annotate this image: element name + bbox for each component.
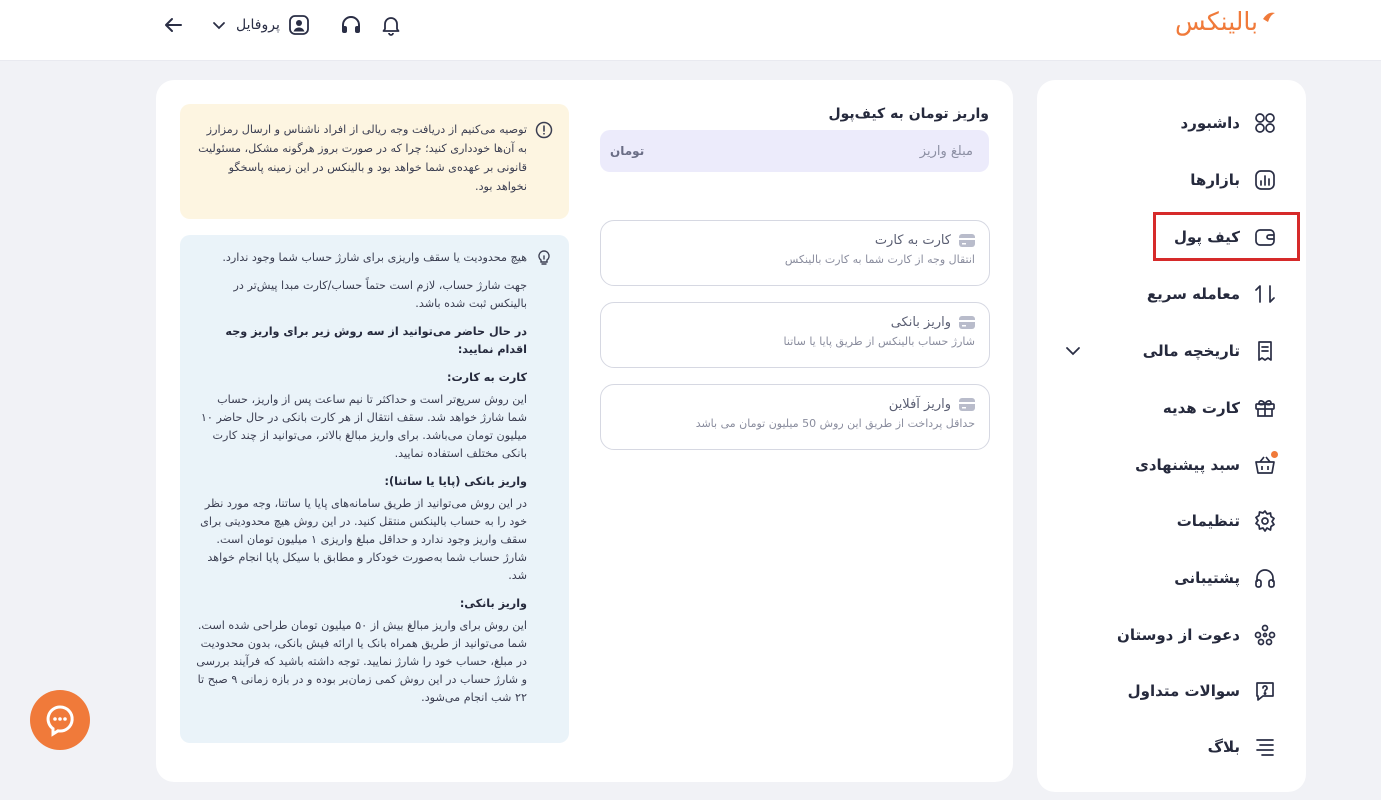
basket-icon	[1252, 451, 1278, 478]
method-description: شارژ حساب بالینکس از طریق پایا یا ساتنا	[783, 335, 975, 348]
sidebar-item-label: پشتیبانی	[1174, 569, 1240, 587]
sidebar-item-faq[interactable]: سوالات متداول	[1063, 671, 1278, 711]
method-title: واریز بانکی	[890, 315, 951, 330]
chevron-down-icon[interactable]	[1063, 341, 1083, 361]
notifications-button[interactable]	[378, 12, 404, 38]
question-bubble-icon	[1252, 678, 1278, 704]
sidebar-item-dashboard[interactable]: داشبورد	[1063, 103, 1278, 143]
sidebar-item-label: بلاگ	[1207, 738, 1240, 756]
sidebar-item-quick-trade[interactable]: معامله سریع	[1063, 274, 1278, 314]
chevron-down-icon	[213, 22, 225, 30]
method-description: انتقال وجه از کارت شما به کارت بالینکس	[784, 253, 975, 266]
gear-icon	[1252, 508, 1278, 534]
balinex-logo[interactable]: بالینکس	[1175, 6, 1276, 36]
warning-text: توصیه می‌کنیم از دریافت وجه ریالی از افر…	[198, 123, 527, 193]
notification-dot	[1271, 451, 1278, 458]
info-heading: واریز بانکی:	[459, 597, 527, 610]
top-header: بالینکس پروفایل	[0, 0, 1381, 61]
active-item-highlight	[1153, 212, 1300, 261]
sidebar-item-label: بازارها	[1190, 171, 1240, 189]
sidebar-item-invite-friends[interactable]: دعوت از دوستان	[1063, 615, 1278, 655]
people-icon	[1252, 622, 1278, 648]
chat-bubble-icon	[46, 705, 74, 737]
sidebar-item-label: تنظیمات	[1176, 512, 1240, 530]
support-button[interactable]	[338, 12, 364, 38]
sidebar-item-markets[interactable]: بازارها	[1063, 160, 1278, 200]
sidebar-item-label: معامله سریع	[1146, 285, 1240, 303]
sidebar-item-label: تاریخچه مالی	[1142, 342, 1240, 360]
profile-menu-button[interactable]: پروفایل	[210, 10, 310, 40]
toman-currency-icon: تومان	[610, 144, 645, 158]
markets-icon	[1252, 167, 1278, 193]
method-bank-transfer[interactable]: واریز بانکی شارژ حساب بالینکس از طریق پا…	[600, 302, 990, 368]
method-offline-deposit[interactable]: واریز آفلاین حداقل پرداخت از طریق این رو…	[600, 384, 990, 450]
back-arrow-button[interactable]	[160, 12, 186, 38]
info-panel: هیچ محدودیت یا سقف واریزی برای شارژ حساب…	[180, 235, 569, 743]
user-avatar-icon	[288, 15, 309, 35]
sidebar-item-suggested-basket[interactable]: سبد پیشنهادی	[1063, 445, 1278, 485]
method-description: حداقل پرداخت از طریق این روش 50 میلیون ت…	[695, 417, 975, 430]
gift-icon	[1252, 395, 1278, 421]
method-title: واریز آفلاین	[888, 397, 951, 412]
warning-panel: توصیه می‌کنیم از دریافت وجه ریالی از افر…	[180, 104, 569, 219]
sidebar-item-label: کارت هدیه	[1162, 399, 1240, 417]
info-paragraph: این روش سریع‌تر است و حداکثر تا نیم ساعت…	[200, 393, 527, 460]
logo-swoosh-icon	[1262, 12, 1275, 22]
lightbulb-icon	[538, 250, 550, 265]
sidebar-item-label: سبد پیشنهادی	[1135, 456, 1240, 474]
sidebar-item-label: سوالات متداول	[1127, 682, 1240, 700]
deposit-title: واریز تومان به کیف‌پول	[828, 106, 989, 122]
bell-icon	[382, 17, 400, 36]
info-heading: کارت به کارت:	[446, 371, 527, 384]
chat-support-button[interactable]	[30, 690, 90, 750]
dashboard-icon	[1252, 110, 1278, 136]
method-title: کارت به کارت	[874, 233, 951, 248]
credit-card-icon	[959, 234, 975, 247]
credit-card-icon	[959, 316, 975, 329]
main-content: واریز تومان به کیف‌پول تومان کارت به کار…	[156, 80, 1013, 782]
amount-input[interactable]	[673, 143, 973, 159]
logo-text: بالینکس	[1175, 6, 1258, 36]
sidebar-item-gift-card[interactable]: کارت هدیه	[1063, 388, 1278, 428]
blog-lines-icon	[1252, 734, 1278, 760]
headset-icon	[1252, 565, 1278, 591]
info-paragraph: این روش برای واریز مبالغ بیش از ۵۰ میلیو…	[196, 619, 527, 704]
sidebar-item-support[interactable]: پشتیبانی	[1063, 558, 1278, 598]
receipt-icon	[1252, 338, 1278, 364]
info-line: هیچ محدودیت یا سقف واریزی برای شارژ حساب…	[222, 251, 527, 264]
sidebar-item-label: دعوت از دوستان	[1117, 626, 1240, 644]
arrow-left-icon	[165, 18, 182, 32]
credit-card-icon	[959, 398, 975, 411]
amount-field[interactable]: تومان	[600, 130, 989, 172]
info-heading: واریز بانکی (پایا یا ساتنا):	[384, 475, 527, 488]
info-heading: در حال حاضر می‌توانید از سه روش زیر برای…	[225, 325, 527, 356]
swap-arrows-icon	[1252, 281, 1278, 307]
sidebar-item-blog[interactable]: بلاگ	[1063, 727, 1278, 767]
sidebar: داشبورد بازارها کیف پول معامله سریع تاری…	[1037, 80, 1306, 792]
info-line: جهت شارژ حساب، لازم است حتماً حساب/کارت …	[233, 279, 528, 310]
sidebar-item-settings[interactable]: تنظیمات	[1063, 501, 1278, 541]
sidebar-item-financial-history[interactable]: تاریخچه مالی	[1063, 331, 1278, 371]
sidebar-item-label: داشبورد	[1180, 114, 1240, 132]
info-paragraph: در این روش می‌توانید از طریق سامانه‌های …	[200, 497, 527, 582]
warning-icon	[535, 121, 553, 139]
method-card-to-card[interactable]: کارت به کارت انتقال وجه از کارت شما به ک…	[600, 220, 990, 286]
headset-icon	[342, 16, 360, 33]
profile-label: پروفایل	[236, 17, 280, 33]
